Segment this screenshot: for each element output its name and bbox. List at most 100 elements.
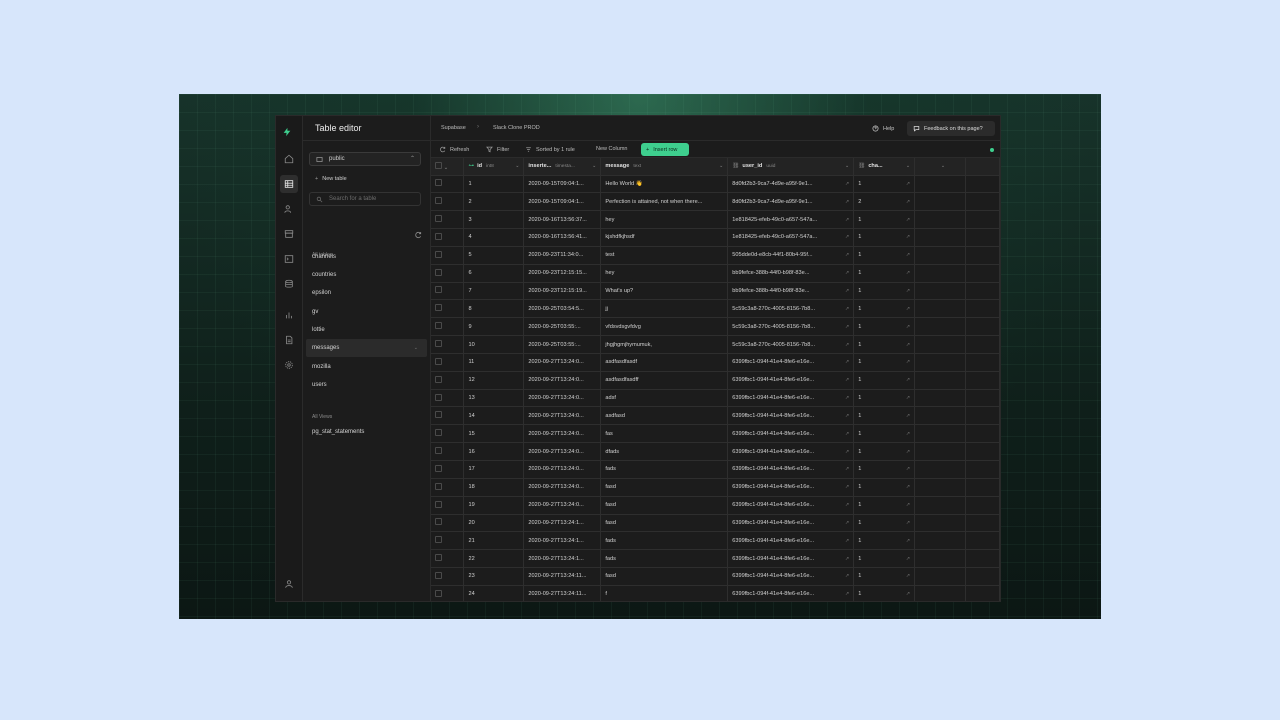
row-select-cell[interactable] [431,335,465,354]
sort-button[interactable]: Sorted by 1 rule [525,146,575,153]
table-row[interactable]: 14 2020-09-27T13:24:0... asdfasd ↗ 6399fbc1-… [431,406,1000,426]
table-search-input[interactable]: Search for a table [309,192,421,206]
cell-inserted-at[interactable]: 2020-09-27T13:24:11... [523,585,602,601]
cell-channel-id[interactable]: ↗ 1 [853,175,916,194]
cell-inserted-at[interactable]: 2020-09-27T13:24:0... [523,478,602,497]
breadcrumb-org[interactable]: Supabase [441,125,466,131]
cell-inserted-at[interactable]: 2020-09-27T13:24:1... [523,531,602,551]
table-row[interactable]: 1 2020-09-15T09:04:1... Hello World 👋 ↗ 8d0f… [431,175,1000,194]
table-row[interactable]: 18 2020-09-27T13:24:0... fasd ↗ 6399fbc1-094… [431,478,1000,497]
cell-channel-id[interactable]: ↗ 1 [853,246,916,265]
cell-inserted-at[interactable]: 2020-09-23T12:15:15... [523,264,602,283]
row-checkbox[interactable] [435,482,442,490]
feedback-button[interactable]: Feedback on this page? [907,121,995,136]
cell-inserted-at[interactable]: 2020-09-15T09:04:1... [523,175,602,194]
row-checkbox[interactable] [435,447,442,455]
external-link-icon[interactable]: ↗ [845,217,849,223]
cell-id[interactable]: 2 [463,192,525,212]
cell-user-id[interactable]: ↗ 6399fbc1-094f-41e4-8fe6-e16e... [727,389,855,408]
row-select-cell[interactable] [431,531,465,551]
cell-message[interactable]: hey [600,264,729,283]
external-link-icon[interactable]: ↗ [906,431,910,437]
cell-id[interactable]: 15 [463,424,525,444]
external-link-icon[interactable]: ↗ [906,413,910,419]
row-checkbox[interactable] [435,197,442,205]
cell-id[interactable]: 24 [463,585,525,601]
cell-user-id[interactable]: ↗ 6399fbc1-094f-41e4-8fe6-e16e... [727,442,855,461]
cell-id[interactable]: 5 [463,246,525,265]
external-link-icon[interactable]: ↗ [845,377,849,383]
database-icon[interactable] [280,275,298,293]
row-checkbox[interactable] [435,286,442,294]
cell-user-id[interactable]: ↗ 6399fbc1-094f-41e4-8fe6-e16e... [727,585,855,601]
cell-user-id[interactable]: ↗ 6399fbc1-094f-41e4-8fe6-e16e... [727,567,855,586]
settings-icon[interactable] [280,356,298,374]
chevron-down-icon[interactable]: ⌄ [444,165,449,171]
cell-inserted-at[interactable]: 2020-09-27T13:24:1... [523,549,602,569]
row-select-cell[interactable] [431,282,465,301]
home-icon[interactable] [280,150,298,168]
external-link-icon[interactable]: ↗ [845,466,849,472]
external-link-icon[interactable]: ↗ [906,342,910,348]
row-select-cell[interactable] [431,406,465,426]
cell-channel-id[interactable]: ↗ 1 [853,389,916,408]
cell-user-id[interactable]: ↗ 1e818425-efeb-49c0-a657-547a... [727,228,855,247]
external-link-icon[interactable]: ↗ [845,234,849,240]
table-row[interactable]: 22 2020-09-27T13:24:1... fads ↗ 6399fbc1-094… [431,549,1000,569]
cell-user-id[interactable]: ↗ 505dde0d-e8cb-44f1-80b4-95f... [727,246,855,265]
cell-channel-id[interactable]: ↗ 1 [853,567,916,586]
table-item-epsilon[interactable]: epsilon [306,284,427,302]
cell-user-id[interactable]: ↗ 6399fbc1-094f-41e4-8fe6-e16e... [727,371,855,390]
reports-icon[interactable] [280,306,298,324]
cell-message[interactable]: adsf [600,389,729,408]
cell-channel-id[interactable]: ↗ 1 [853,210,916,230]
chevron-down-icon[interactable]: ⌄ [515,163,519,169]
docs-icon[interactable] [280,331,298,349]
chevron-down-icon[interactable]: ⌄ [845,163,849,169]
external-link-icon[interactable]: ↗ [845,431,849,437]
row-select-cell[interactable] [431,389,465,408]
table-row[interactable]: 9 2020-09-25T03:55:... vfdsvdsgvfdvg ↗ 5c59c… [431,317,1000,337]
cell-message[interactable]: fasd [600,496,729,515]
external-link-icon[interactable]: ↗ [845,288,849,294]
external-link-icon[interactable]: ↗ [845,520,849,526]
cell-id[interactable]: 1 [463,175,525,194]
row-checkbox[interactable] [435,554,442,562]
external-link-icon[interactable]: ↗ [906,573,910,579]
table-row[interactable]: 4 2020-09-16T13:56:41... kjshdfkjhsdf ↗ 1e81… [431,228,1000,247]
row-select-cell[interactable] [431,514,465,533]
cell-channel-id[interactable]: ↗ 1 [853,514,916,533]
terminal-icon[interactable] [280,250,298,268]
cell-message[interactable]: hey [600,210,729,230]
external-link-icon[interactable]: ↗ [906,395,910,401]
external-link-icon[interactable]: ↗ [906,252,910,258]
cell-message[interactable]: fas [600,424,729,444]
cell-channel-id[interactable]: ↗ 1 [853,531,916,551]
external-link-icon[interactable]: ↗ [906,181,910,187]
cell-id[interactable]: 9 [463,317,525,337]
row-checkbox[interactable] [435,322,442,330]
table-row[interactable]: 17 2020-09-27T13:24:0... fads ↗ 6399fbc1-094… [431,460,1000,479]
row-select-cell[interactable] [431,567,465,586]
cell-id[interactable]: 21 [463,531,525,551]
table-row[interactable]: 19 2020-09-27T13:24:0... fasd ↗ 6399fbc1-094… [431,496,1000,515]
row-checkbox[interactable] [435,375,442,383]
row-select-cell[interactable] [431,549,465,569]
table-row[interactable]: 8 2020-09-25T03:54:5... jj ↗ 5c59c3a8-270c-4… [431,299,1000,319]
cell-message[interactable]: fasd [600,478,729,497]
external-link-icon[interactable]: ↗ [906,520,910,526]
row-checkbox[interactable] [435,589,442,597]
view-item-pg-stat-statements[interactable]: pg_stat_statements [312,429,364,435]
cell-id[interactable]: 6 [463,264,525,283]
cell-user-id[interactable]: ↗ 6399fbc1-094f-41e4-8fe6-e16e... [727,531,855,551]
column-header-inserted-at[interactable]: inserte... timesta... ⌄ [523,158,602,176]
cell-channel-id[interactable]: ↗ 1 [853,442,916,461]
row-select-cell[interactable] [431,246,465,265]
cell-user-id[interactable]: ↗ 6399fbc1-094f-41e4-8fe6-e16e... [727,496,855,515]
users-icon[interactable] [280,200,298,218]
select-all-checkbox[interactable] [435,161,442,169]
row-checkbox[interactable] [435,393,442,401]
external-link-icon[interactable]: ↗ [845,573,849,579]
cell-message[interactable]: asdfasd [600,406,729,426]
external-link-icon[interactable]: ↗ [906,556,910,562]
